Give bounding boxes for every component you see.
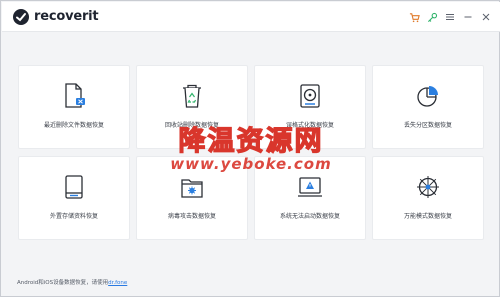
app-logo: recoverit [12, 8, 99, 26]
card-system-crash-recovery[interactable]: 系统无法启动数据恢复 [254, 156, 366, 240]
card-formatted-disk-recovery[interactable]: 误格式化数据恢复 [254, 65, 366, 149]
menu-icon[interactable] [442, 9, 458, 25]
footer-text: Android和iOS设备数据恢复，请使用 [17, 280, 109, 286]
virus-attack-icon [181, 179, 203, 198]
external-storage-icon [65, 175, 83, 199]
key-icon[interactable] [424, 9, 440, 25]
recoverit-logo-icon [13, 9, 29, 25]
formatted-disk-icon [300, 84, 320, 108]
card-label: 万能模式数据恢复 [403, 213, 452, 220]
close-icon[interactable] [478, 9, 494, 25]
card-label: 外置存储资料恢复 [49, 213, 98, 220]
app-name: recoverit [34, 9, 99, 24]
app-window: recoverit 最近删除文件数据恢复 回收站删除数据恢复 误格式化数据恢复 … [0, 0, 500, 297]
card-label: 回收站删除数据恢复 [164, 122, 219, 129]
deleted-file-icon [65, 83, 85, 108]
card-virus-attack-recovery[interactable]: 病毒攻击数据恢复 [136, 156, 248, 240]
card-recycle-bin-recovery[interactable]: 回收站删除数据恢复 [136, 65, 248, 149]
card-label: 丢失分区数据恢复 [403, 122, 452, 129]
card-recent-deleted-recovery[interactable]: 最近删除文件数据恢复 [18, 65, 130, 149]
window-controls [404, 9, 494, 25]
drfone-link[interactable]: dr.fone [108, 280, 127, 286]
minimize-icon[interactable] [460, 9, 476, 25]
card-all-around-recovery[interactable]: 万能模式数据恢复 [372, 156, 484, 240]
cart-icon[interactable] [406, 9, 422, 25]
card-label: 病毒攻击数据恢复 [167, 213, 216, 220]
card-label: 误格式化数据恢复 [285, 122, 334, 129]
recycle-bin-icon [183, 84, 201, 108]
card-lost-partition-recovery[interactable]: 丢失分区数据恢复 [372, 65, 484, 149]
card-external-storage-recovery[interactable]: 外置存储资料恢复 [18, 156, 130, 240]
card-label: 系统无法启动数据恢复 [279, 213, 340, 220]
title-bar: recoverit [2, 2, 500, 32]
footer-note: Android和iOS设备数据恢复，请使用dr.fone [17, 279, 127, 287]
lost-partition-icon [417, 86, 438, 107]
card-label: 最近删除文件数据恢复 [43, 122, 104, 129]
system-crash-icon [298, 177, 322, 197]
all-around-icon [417, 176, 439, 198]
